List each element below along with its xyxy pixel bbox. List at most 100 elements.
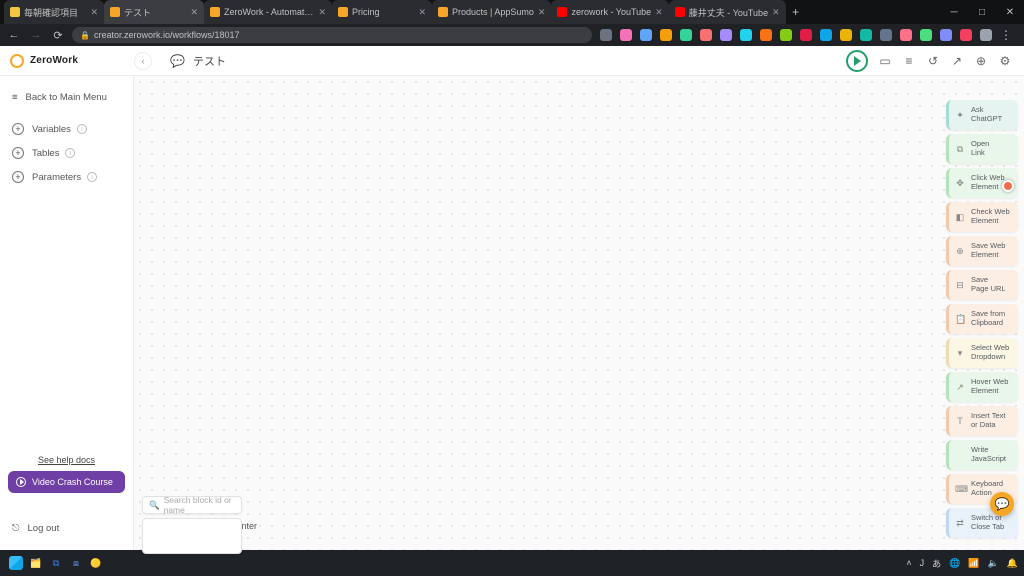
extension-icon[interactable] xyxy=(800,29,812,41)
palette-action-save-page-url[interactable]: ⊟ SavePage URL xyxy=(946,270,1018,300)
sidebar-item-parameters[interactable]: + Parameters i xyxy=(0,165,133,189)
ime-mode-indicator[interactable]: あ xyxy=(932,557,941,570)
extension-icon[interactable] xyxy=(900,29,912,41)
close-tab-button[interactable]: ✕ xyxy=(772,7,780,18)
maximize-button[interactable]: □ xyxy=(968,7,996,18)
actions-palette: ✦ AskChatGPT ⧉ OpenLink ✥ Click WebElement… xyxy=(946,100,1018,538)
reload-button[interactable]: ⟳ xyxy=(50,29,66,42)
close-tab-button[interactable]: ✕ xyxy=(90,7,98,18)
extension-icon[interactable] xyxy=(640,29,652,41)
minimize-button[interactable]: ─ xyxy=(940,7,968,18)
list-icon[interactable]: ≡ xyxy=(902,54,916,68)
palette-action-open-link[interactable]: ⧉ OpenLink xyxy=(946,134,1018,164)
logout-link[interactable]: ⎋ Log out xyxy=(0,517,133,540)
favicon xyxy=(438,7,448,17)
action-label: Hover WebElement xyxy=(971,378,1008,395)
notifications-icon[interactable]: 🔔 xyxy=(1007,558,1018,569)
extension-icon[interactable] xyxy=(920,29,932,41)
support-chat-button[interactable]: 💬 xyxy=(990,492,1014,516)
browser-tab[interactable]: ZeroWork - Automate repetiti… ✕ xyxy=(204,0,332,24)
sidebar-item-tables[interactable]: + Tables i xyxy=(0,141,133,165)
extension-icon[interactable] xyxy=(880,29,892,41)
close-window-button[interactable]: ✕ xyxy=(996,7,1024,18)
extension-icon[interactable] xyxy=(680,29,692,41)
palette-action-ask-chatgpt[interactable]: ✦ AskChatGPT xyxy=(946,100,1018,130)
extension-icon[interactable] xyxy=(840,29,852,41)
chrome-menu-button[interactable]: ⋮ xyxy=(1000,28,1012,42)
browser-tab[interactable]: zerowork - YouTube ✕ xyxy=(551,0,668,24)
palette-action-select-web-dropdown[interactable]: ▾ Select WebDropdown xyxy=(946,338,1018,368)
palette-action-insert-text-or-data[interactable]: T Insert Textor Data xyxy=(946,406,1018,436)
zoom-icon[interactable]: ⊕ xyxy=(974,54,988,68)
history-icon[interactable]: ↺ xyxy=(926,54,940,68)
video-crash-course-button[interactable]: Video Crash Course xyxy=(8,471,125,493)
browser-tab[interactable]: テスト ✕ xyxy=(104,0,204,24)
run-button[interactable] xyxy=(846,50,868,72)
network-icon[interactable]: 🌐 xyxy=(949,558,960,569)
action-label: OpenLink xyxy=(971,140,989,157)
forward-button[interactable]: → xyxy=(28,29,44,41)
settings-icon[interactable]: ⚙ xyxy=(998,54,1012,68)
extension-icon[interactable] xyxy=(940,29,952,41)
extension-icon[interactable] xyxy=(600,29,612,41)
palette-action-check-web-element[interactable]: ◧ Check WebElement xyxy=(946,202,1018,232)
back-button[interactable]: ← xyxy=(6,29,22,41)
extension-icon[interactable] xyxy=(760,29,772,41)
notes-icon[interactable]: ▭ xyxy=(878,54,892,68)
browser-tab[interactable]: Pricing ✕ xyxy=(332,0,432,24)
close-tab-button[interactable]: ✕ xyxy=(418,7,426,18)
palette-action-save-from-clipboard[interactable]: 📋 Save fromClipboard xyxy=(946,304,1018,334)
ime-lang-indicator[interactable]: J xyxy=(920,558,925,568)
taskbar-explorer-icon[interactable]: 🗂️ xyxy=(26,553,46,573)
extension-icon[interactable] xyxy=(660,29,672,41)
tab-title: Products | AppSumo xyxy=(452,7,534,17)
brand[interactable]: ZeroWork xyxy=(0,54,134,68)
close-tab-button[interactable]: ✕ xyxy=(538,7,546,18)
canvas-minimap[interactable] xyxy=(142,518,242,554)
extension-icon[interactable] xyxy=(620,29,632,41)
app-header: ZeroWork ‹ 💬 テスト ▭ ≡ ↺ ↗ ⊕ ⚙ xyxy=(0,46,1024,76)
palette-action-hover-web-element[interactable]: ↗ Hover WebElement xyxy=(946,372,1018,402)
sidebar-item-variables[interactable]: + Variables i xyxy=(0,117,133,141)
favicon xyxy=(210,7,220,17)
close-tab-button[interactable]: ✕ xyxy=(318,7,326,18)
palette-action-click-web-element[interactable]: ✥ Click WebElement xyxy=(946,168,1018,198)
browser-tab[interactable]: Products | AppSumo ✕ xyxy=(432,0,551,24)
volume-icon[interactable]: 🔈 xyxy=(988,558,999,569)
share-icon[interactable]: ↗ xyxy=(950,54,964,68)
close-tab-button[interactable]: ✕ xyxy=(655,7,663,18)
taskbar-powershell-icon[interactable]: ⧈ xyxy=(66,553,86,573)
tray-chevron-icon[interactable]: ˄ xyxy=(906,558,911,568)
extension-icon[interactable] xyxy=(980,29,992,41)
favicon xyxy=(338,7,348,17)
taskbar-vscode-icon[interactable]: ⧉ xyxy=(46,553,66,573)
palette-action-save-web-element[interactable]: ⊕ Save WebElement xyxy=(946,236,1018,266)
help-docs-link[interactable]: See help docs xyxy=(0,455,133,465)
extension-icon[interactable] xyxy=(700,29,712,41)
extension-icon[interactable] xyxy=(960,29,972,41)
extension-icon[interactable] xyxy=(820,29,832,41)
search-icon: 🔍 xyxy=(149,500,160,511)
palette-action-write-javascript[interactable]: WriteJavaScript xyxy=(946,440,1018,470)
address-bar[interactable]: 🔒 creator.zerowork.io/workflows/18017 xyxy=(72,27,592,43)
extension-icon[interactable] xyxy=(740,29,752,41)
info-icon: i xyxy=(65,148,75,158)
workflow-canvas[interactable]: 🔍 Search block id or name + − 🔒 ↓ → cent… xyxy=(134,76,1024,550)
extension-icon[interactable] xyxy=(860,29,872,41)
extension-icon[interactable] xyxy=(720,29,732,41)
browser-tab[interactable]: 毎朝確認項目 ✕ xyxy=(4,0,104,24)
collapse-sidebar-button[interactable]: ‹ xyxy=(134,52,152,70)
wifi-icon[interactable]: 📶 xyxy=(968,558,979,569)
zerowork-logo-icon xyxy=(10,54,24,68)
canvas-search-input[interactable]: 🔍 Search block id or name xyxy=(142,496,242,514)
close-tab-button[interactable]: ✕ xyxy=(190,7,198,18)
zerowork-app: ZeroWork ‹ 💬 テスト ▭ ≡ ↺ ↗ ⊕ ⚙ ≡ Back to xyxy=(0,46,1024,550)
taskbar-chrome-icon[interactable]: 🟡 xyxy=(86,553,106,573)
back-to-main-menu[interactable]: ≡ Back to Main Menu xyxy=(0,86,133,109)
new-tab-button[interactable]: + xyxy=(786,0,806,24)
extension-icon[interactable] xyxy=(780,29,792,41)
browser-tab[interactable]: 藤井丈夫 - YouTube ✕ xyxy=(669,0,786,24)
brand-name: ZeroWork xyxy=(30,55,78,66)
start-button[interactable] xyxy=(6,553,26,573)
tab-title: テスト xyxy=(124,6,186,19)
